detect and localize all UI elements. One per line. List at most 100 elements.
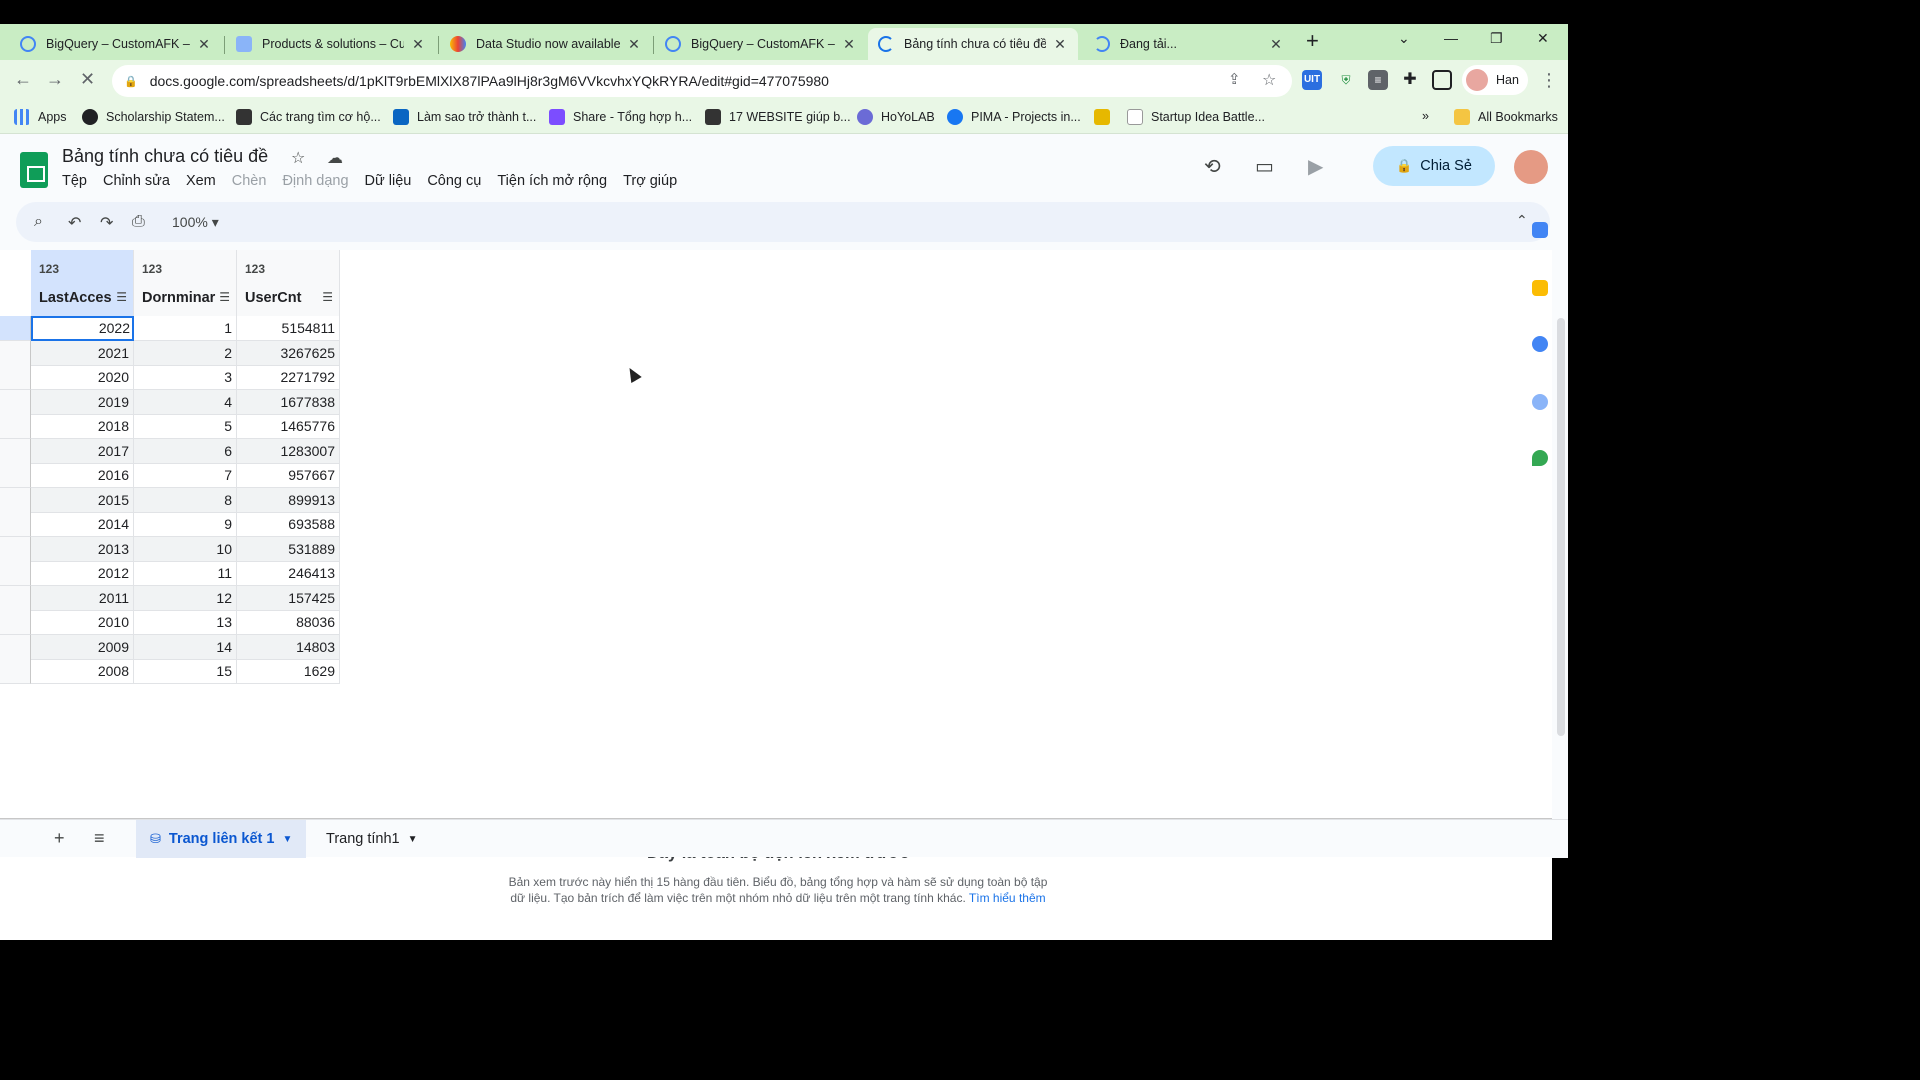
back-icon[interactable]: ←	[14, 69, 32, 90]
document-title[interactable]: Bảng tính chưa có tiêu đề	[62, 146, 268, 167]
sheet-tab-sheet1[interactable]: Trang tính1 ▼	[312, 820, 432, 858]
side-panel-icon[interactable]	[1432, 70, 1452, 90]
bookmark-star-icon[interactable]: ☆	[1262, 70, 1276, 90]
all-bookmarks[interactable]: All Bookmarks	[1454, 109, 1558, 125]
table-cell[interactable]: 1629	[237, 659, 340, 684]
table-cell[interactable]: 2008	[31, 659, 134, 684]
menu-file[interactable]: Tệp	[62, 173, 87, 189]
filter-icon[interactable]: ☰	[322, 290, 333, 304]
browser-tab[interactable]: BigQuery – CustomAFK – C ✕	[10, 28, 222, 60]
table-cell[interactable]: 2020	[31, 365, 134, 390]
table-cell[interactable]: 15	[134, 659, 237, 684]
address-bar[interactable]: 🔒 docs.google.com/spreadsheets/d/1pKlT9r…	[112, 65, 1292, 97]
bookmark-item[interactable]: Làm sao trở thành t...	[393, 109, 536, 125]
share-button[interactable]: 🔒 Chia Sẻ	[1373, 146, 1495, 186]
table-cell[interactable]: 12	[134, 585, 237, 611]
table-cell[interactable]: 957667	[237, 463, 340, 488]
row-header[interactable]	[0, 634, 31, 660]
url-text[interactable]: docs.google.com/spreadsheets/d/1pKlT9rbE…	[150, 73, 829, 89]
table-cell[interactable]: 9	[134, 512, 237, 537]
table-cell[interactable]: 6	[134, 438, 237, 464]
browser-menu-icon[interactable]: ⋮	[1540, 70, 1558, 91]
row-header[interactable]	[0, 316, 31, 341]
lock-icon[interactable]: 🔒	[124, 75, 138, 88]
table-cell[interactable]: 5154811	[237, 316, 340, 341]
contacts-icon[interactable]	[1532, 394, 1548, 410]
comments-icon[interactable]: ▭	[1255, 154, 1274, 179]
table-cell[interactable]: 11	[134, 561, 237, 586]
row-header[interactable]	[0, 438, 31, 464]
keep-icon[interactable]	[1532, 280, 1548, 296]
sheet-tab-connected[interactable]: ⛁ Trang liên kết 1 ▼	[136, 820, 307, 858]
browser-tab[interactable]: Products & solutions – Cus ✕	[226, 28, 436, 60]
table-cell[interactable]: 2015	[31, 487, 134, 513]
row-header[interactable]	[0, 340, 31, 366]
bookmark-item[interactable]	[1094, 109, 1118, 125]
row-header[interactable]	[0, 536, 31, 562]
menu-insert[interactable]: Chèn	[232, 173, 267, 189]
bookmark-item[interactable]: HoYoLAB	[857, 109, 935, 125]
browser-tab[interactable]: Data Studio now available ✕	[440, 28, 652, 60]
table-cell[interactable]: 2022	[31, 316, 134, 341]
bookmark-item[interactable]: Startup Idea Battle...	[1127, 109, 1265, 125]
maps-icon[interactable]	[1532, 450, 1548, 466]
bookmark-item[interactable]: Các trang tìm cơ hộ...	[236, 109, 381, 125]
table-cell[interactable]: 10	[134, 536, 237, 562]
row-header[interactable]	[0, 610, 31, 635]
all-sheets-icon[interactable]: ≡	[94, 828, 105, 849]
more-bookmarks-icon[interactable]: »	[1422, 109, 1429, 123]
bookmark-item[interactable]: 17 WEBSITE giúp b...	[705, 109, 851, 125]
table-cell[interactable]: 2014	[31, 512, 134, 537]
share-page-icon[interactable]: ⇪	[1228, 70, 1241, 88]
table-cell[interactable]: 4	[134, 389, 237, 415]
new-tab-icon[interactable]: +	[1306, 28, 1319, 54]
table-cell[interactable]: 2021	[31, 340, 134, 366]
restore-icon[interactable]: ❐	[1490, 30, 1503, 47]
menu-view[interactable]: Xem	[186, 173, 216, 189]
row-header[interactable]	[0, 389, 31, 415]
close-icon[interactable]: ✕	[196, 36, 212, 53]
table-cell[interactable]: 7	[134, 463, 237, 488]
extension-uit-icon[interactable]: UIT	[1302, 70, 1322, 90]
column-header[interactable]: 123 Dornminar ☰	[134, 250, 237, 316]
extension-list-icon[interactable]: ≡	[1368, 70, 1388, 90]
sheets-logo-icon[interactable]	[20, 152, 48, 188]
table-cell[interactable]: 2271792	[237, 365, 340, 390]
menu-tools[interactable]: Công cụ	[427, 173, 481, 189]
row-header[interactable]	[0, 659, 31, 684]
table-cell[interactable]: 14	[134, 634, 237, 660]
browser-tab-active[interactable]: Bảng tính chưa có tiêu đề ✕	[868, 28, 1078, 60]
table-cell[interactable]: 1677838	[237, 389, 340, 415]
menu-edit[interactable]: Chỉnh sửa	[103, 173, 170, 189]
close-icon[interactable]: ✕	[1052, 36, 1068, 53]
filter-icon[interactable]: ☰	[116, 290, 127, 304]
table-cell[interactable]: 2018	[31, 414, 134, 439]
row-header[interactable]	[0, 414, 31, 439]
table-cell[interactable]: 2019	[31, 389, 134, 415]
row-header[interactable]	[0, 487, 31, 513]
table-cell[interactable]: 1465776	[237, 414, 340, 439]
print-icon[interactable]: ⎙	[132, 213, 145, 231]
table-cell[interactable]: 8	[134, 487, 237, 513]
filter-icon[interactable]: ☰	[219, 290, 230, 304]
table-cell[interactable]: 2013	[31, 536, 134, 562]
star-icon[interactable]: ☆	[291, 148, 305, 168]
extension-shield-icon[interactable]: ⛨	[1336, 70, 1356, 90]
row-header[interactable]	[0, 561, 31, 586]
table-cell[interactable]: 899913	[237, 487, 340, 513]
table-cell[interactable]: 5	[134, 414, 237, 439]
redo-icon[interactable]: ↷	[100, 213, 113, 233]
column-header[interactable]: 123 LastAcces ☰	[31, 250, 134, 316]
profile-button[interactable]: Han	[1462, 65, 1528, 95]
table-cell[interactable]: 3267625	[237, 340, 340, 366]
close-icon[interactable]: ✕	[1268, 36, 1284, 53]
extensions-puzzle-icon[interactable]: ✚	[1400, 70, 1420, 90]
minimize-icon[interactable]: —	[1444, 30, 1458, 46]
table-cell[interactable]: 693588	[237, 512, 340, 537]
row-header[interactable]	[0, 585, 31, 611]
table-cell[interactable]: 531889	[237, 536, 340, 562]
bookmark-apps[interactable]: Apps	[14, 109, 67, 125]
table-cell[interactable]: 2010	[31, 610, 134, 635]
version-history-icon[interactable]: ⟲	[1204, 154, 1221, 179]
row-header[interactable]	[0, 463, 31, 488]
